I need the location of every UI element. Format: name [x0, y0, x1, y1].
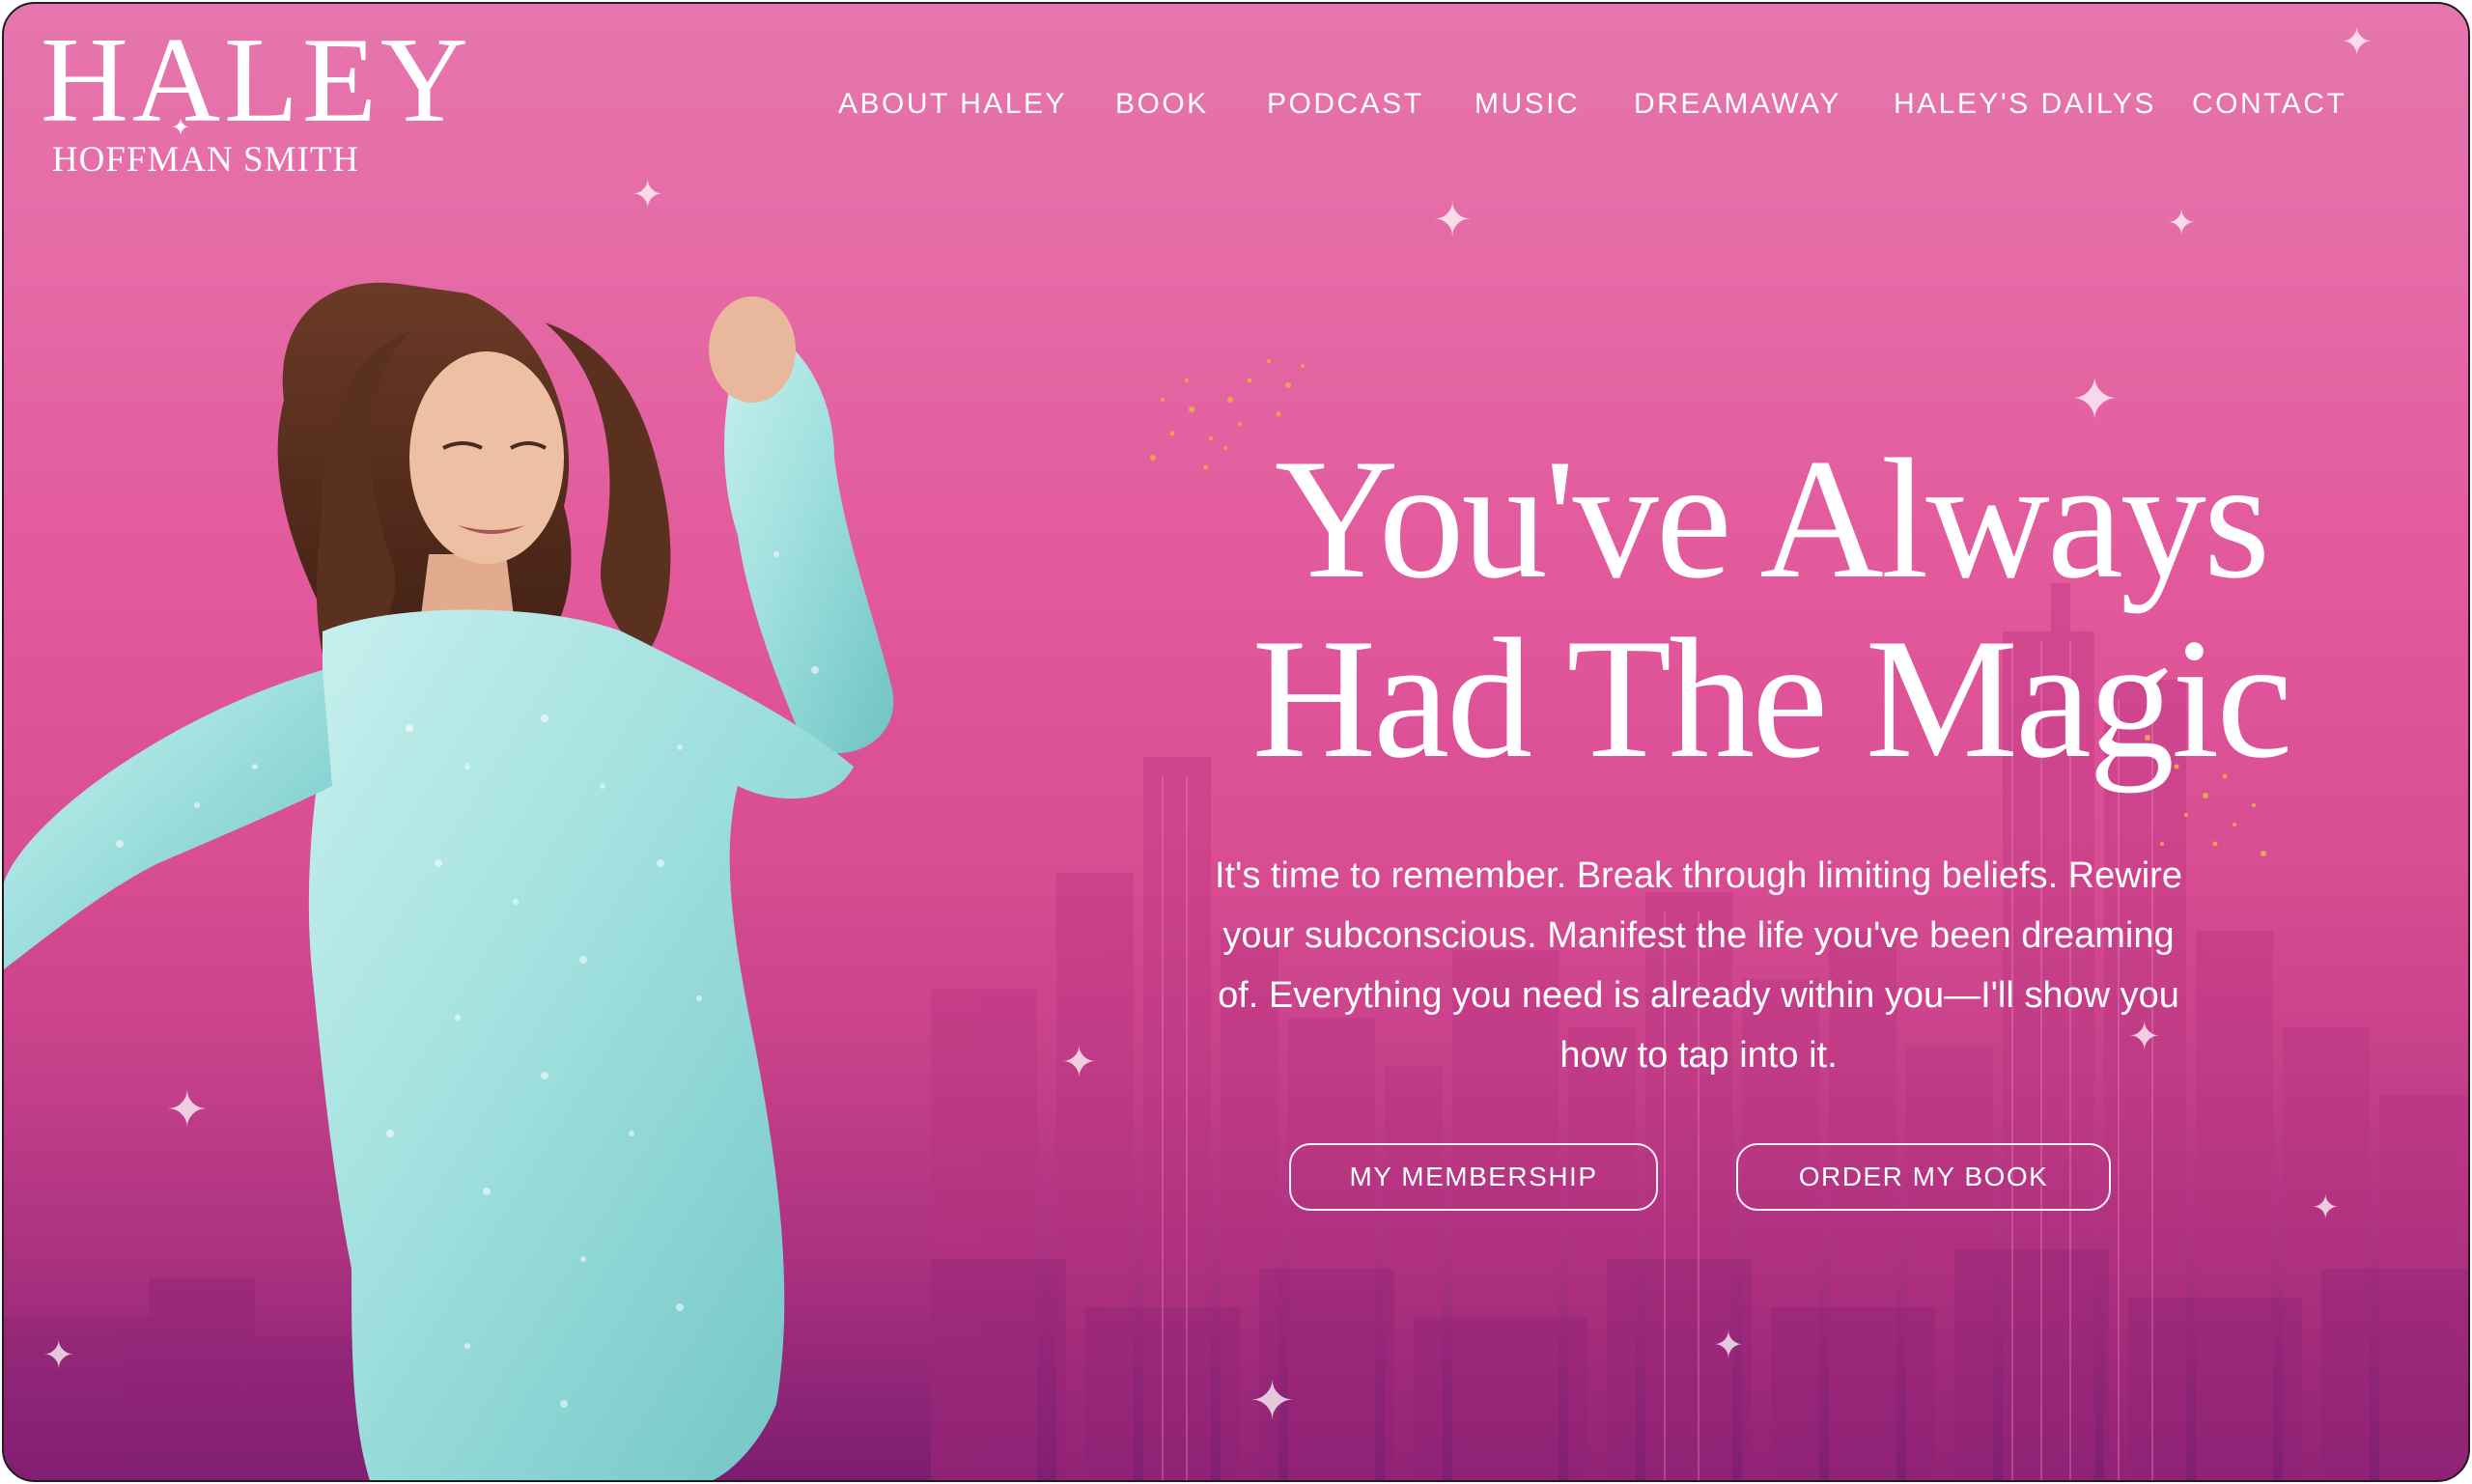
four-point-star-icon: ✦ — [171, 114, 191, 141]
nav-contact[interactable]: CONTACT — [2192, 85, 2346, 124]
nav-haleys-dailys[interactable]: HALEY'S DAILYS — [1894, 85, 2156, 124]
hero-headline-line1: You've Always — [1274, 423, 2270, 614]
nav-book[interactable]: BOOK — [1115, 85, 1209, 124]
order-my-book-button[interactable]: ORDER MY BOOK — [1736, 1143, 2111, 1211]
page-frame: ✦ ✦ ✦ ✦ ✦ ✦ ✦ ✦ ✦ ✦ ✦ ✦ HALEY ✦ HOFFMAN … — [2, 2, 2470, 1482]
nav-podcast[interactable]: PODCAST — [1267, 85, 1424, 124]
logo-name: HALEY — [41, 14, 472, 148]
brand-logo[interactable]: HALEY ✦ HOFFMAN SMITH — [41, 14, 472, 190]
hero-headline: You've Always Had The Magic — [1114, 429, 2428, 788]
nav-about-haley[interactable]: ABOUT HALEY — [838, 85, 1067, 124]
nav-music[interactable]: MUSIC — [1475, 85, 1580, 124]
hero-portrait-image — [4, 282, 894, 1480]
my-membership-button[interactable]: MY MEMBERSHIP — [1289, 1143, 1658, 1211]
nav-dreamaway[interactable]: DREAMAWAY — [1634, 85, 1841, 124]
main-nav: ABOUT HALEY BOOK PODCAST MUSIC DREAMAWAY… — [838, 85, 2345, 124]
hero-description: It's time to remember. Break through lim… — [1215, 855, 2182, 1076]
hero-headline-line2: Had The Magic — [1251, 602, 2293, 794]
